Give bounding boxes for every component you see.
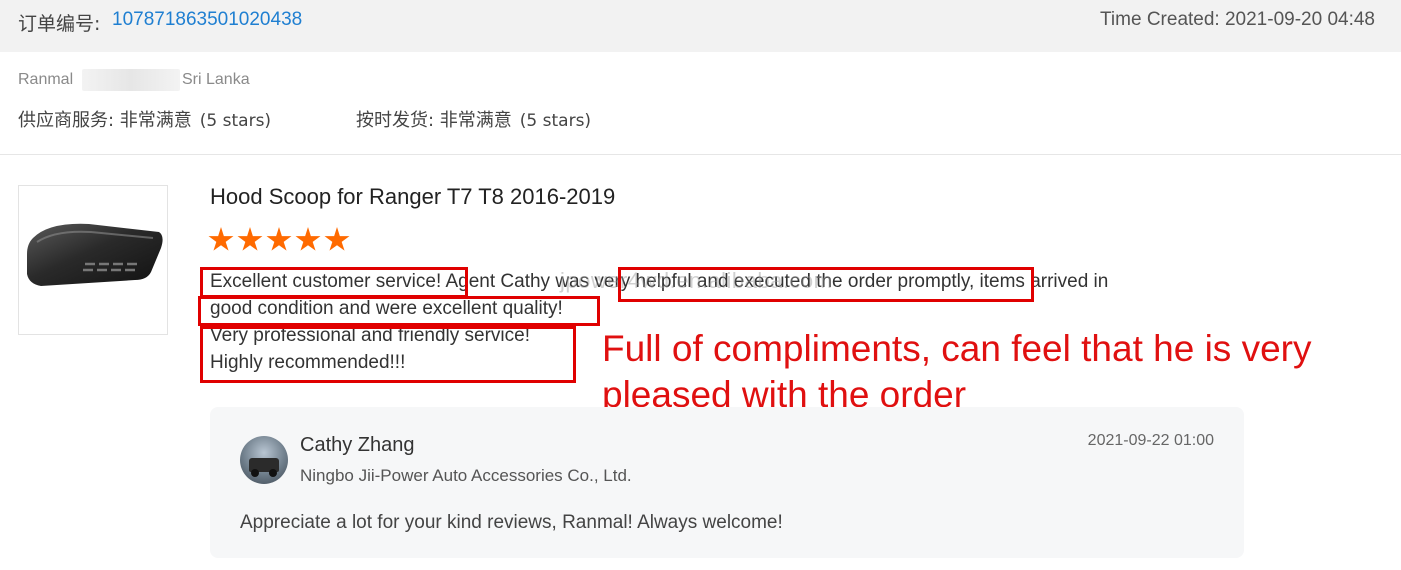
star-rating	[208, 227, 350, 253]
highlight-box-excellent-quality	[198, 296, 600, 326]
reply-text: Appreciate a lot for your kind reviews, …	[240, 512, 783, 533]
star-icon	[295, 227, 321, 251]
product-thumbnail[interactable]	[18, 185, 168, 335]
supplier-service-stars: (5 stars)	[199, 111, 272, 131]
supplier-service-label: 供应商服务: 非常满意	[18, 110, 192, 131]
star-icon	[237, 227, 263, 251]
highlight-box-executed-promptly	[618, 267, 1034, 302]
reply-company-name: Ningbo Jii-Power Auto Accessories Co., L…	[300, 466, 632, 485]
redacted-buyer-info	[82, 69, 180, 91]
hood-scoop-image	[27, 223, 163, 286]
order-number-label: 订单编号:	[18, 13, 101, 35]
highlight-box-customer-service	[200, 267, 468, 298]
avatar	[240, 436, 288, 484]
star-icon	[324, 227, 350, 251]
supplier-service-rating: 供应商服务: 非常满意 (5 stars)	[18, 106, 271, 132]
reply-date: 2021-09-22 01:00	[1087, 432, 1214, 449]
section-divider	[0, 154, 1401, 155]
product-title[interactable]: Hood Scoop for Ranger T7 T8 2016-2019	[210, 184, 615, 210]
star-icon	[208, 227, 234, 251]
on-time-delivery-stars: (5 stars)	[519, 111, 592, 131]
reply-author-name: Cathy Zhang	[300, 434, 415, 456]
supplier-reply-card: Cathy Zhang Ningbo Jii-Power Auto Access…	[210, 407, 1244, 558]
buyer-name: Ranmal	[18, 71, 74, 88]
order-header-bar: 订单编号: 107871863501020438 Time Created: 2…	[0, 0, 1401, 52]
time-created: Time Created: 2021-09-20 04:48	[1100, 9, 1375, 30]
highlight-box-recommended	[200, 326, 576, 383]
star-icon	[266, 227, 292, 251]
annotation-text: Full of compliments, can feel that he is…	[602, 328, 1312, 415]
order-number-link[interactable]: 107871863501020438	[112, 9, 302, 31]
on-time-delivery-rating: 按时发货: 非常满意 (5 stars)	[356, 106, 591, 132]
buyer-country: Sri Lanka	[182, 71, 250, 88]
on-time-delivery-label: 按时发货: 非常满意	[356, 110, 512, 131]
